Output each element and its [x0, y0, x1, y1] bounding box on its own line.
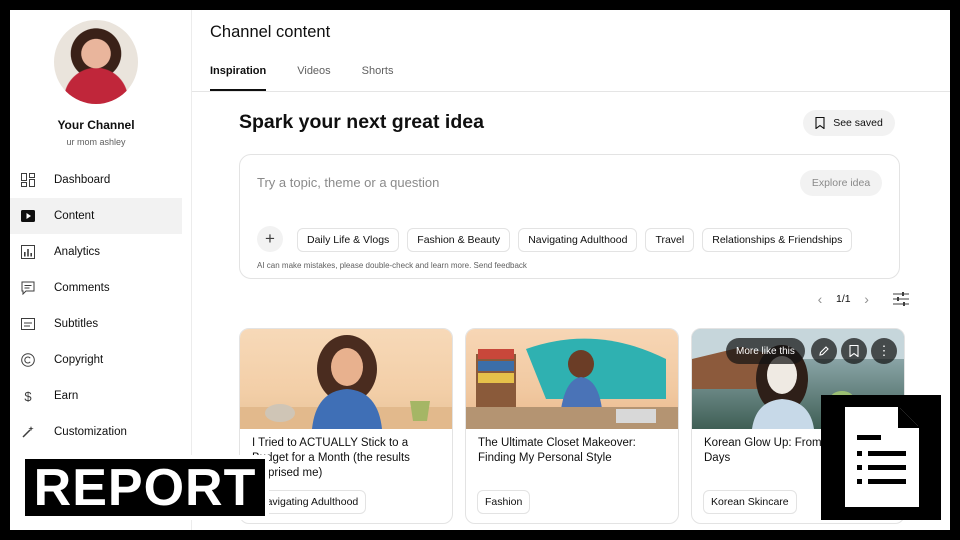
idea-prompt-box: Try a topic, theme or a question Explore…: [239, 154, 900, 279]
analytics-icon: [20, 244, 36, 260]
sidebar-item-label: Customization: [54, 426, 127, 438]
sidebar-item-label: Earn: [54, 390, 79, 402]
explore-idea-button[interactable]: Explore idea: [800, 170, 882, 196]
dollar-icon: $: [24, 388, 32, 404]
sidebar-item-label: Dashboard: [54, 174, 111, 186]
card-topic-tag[interactable]: Korean Skincare: [703, 490, 797, 514]
idea-cards: I Tried to ACTUALLY Stick to a Budget fo…: [239, 328, 917, 524]
app-frame: Your Channel ur mom ashley Dashboard Con…: [10, 10, 950, 530]
channel-handle: ur mom ashley: [66, 137, 126, 147]
topic-chip[interactable]: Navigating Adulthood: [518, 228, 638, 252]
topic-chips: Daily Life & Vlogs Fashion & Beauty Navi…: [297, 228, 860, 252]
tab-divider: [192, 91, 950, 92]
content-tabs: Inspiration Videos Shorts: [210, 65, 424, 91]
sidebar-item-label: Analytics: [54, 246, 101, 258]
sidebar-item-comments[interactable]: Comments: [10, 270, 182, 306]
idea-input[interactable]: Try a topic, theme or a question: [257, 175, 439, 190]
sidebar: Your Channel ur mom ashley Dashboard Con…: [10, 10, 192, 530]
filter-settings-icon[interactable]: [892, 292, 909, 306]
tab-shorts[interactable]: Shorts: [362, 65, 394, 91]
pagination: ‹ 1/1 ›: [812, 291, 909, 307]
topic-chip[interactable]: Fashion & Beauty: [407, 228, 511, 252]
sidebar-item-analytics[interactable]: Analytics: [10, 234, 182, 270]
inspiration-heading: Spark your next great idea: [239, 111, 484, 133]
page-indicator: 1/1: [836, 293, 851, 305]
see-saved-button[interactable]: See saved: [803, 110, 895, 136]
channel-name: Your Channel: [57, 118, 135, 132]
topic-chip[interactable]: Relationships & Friendships: [702, 228, 853, 252]
edit-icon[interactable]: [811, 338, 837, 364]
sidebar-item-label: Content: [54, 210, 95, 222]
sidebar-item-subtitles[interactable]: Subtitles: [10, 306, 182, 342]
tab-videos[interactable]: Videos: [297, 65, 330, 91]
channel-avatar[interactable]: [54, 20, 138, 104]
tab-inspiration[interactable]: Inspiration: [210, 65, 267, 91]
page-title: Channel content: [210, 23, 331, 41]
sidebar-item-customization[interactable]: Customization: [10, 414, 182, 450]
see-saved-label: See saved: [833, 117, 883, 129]
bookmark-icon: [815, 117, 825, 129]
more-like-this-button[interactable]: More like this: [726, 338, 805, 364]
chevron-left-icon[interactable]: ‹: [812, 291, 828, 307]
document-icon: [821, 395, 941, 520]
sidebar-item-copyright[interactable]: Copyright: [10, 342, 182, 378]
card-title: The Ultimate Closet Makeover: Finding My…: [478, 437, 636, 464]
card-thumbnail: [466, 329, 678, 429]
comments-icon: [20, 280, 36, 296]
idea-card[interactable]: I Tried to ACTUALLY Stick to a Budget fo…: [239, 328, 453, 524]
dashboard-icon: [20, 172, 36, 188]
sidebar-item-content[interactable]: Content: [10, 198, 182, 234]
bookmark-icon[interactable]: [841, 338, 867, 364]
add-topic-button[interactable]: +: [257, 226, 283, 252]
ai-disclaimer: AI can make mistakes, please double-chec…: [257, 261, 527, 270]
wand-icon: [20, 424, 36, 440]
sidebar-item-dashboard[interactable]: Dashboard: [10, 162, 182, 198]
sidebar-item-label: Comments: [54, 282, 110, 294]
chevron-right-icon[interactable]: ›: [859, 291, 875, 307]
card-topic-tag[interactable]: Fashion: [477, 490, 531, 514]
report-badge: REPORT: [21, 455, 269, 520]
plus-icon: +: [265, 229, 275, 248]
card-thumbnail: [240, 329, 452, 429]
card-title: I Tried to ACTUALLY Stick to a Budget fo…: [252, 437, 410, 479]
subtitles-icon: [20, 316, 36, 332]
topic-chip[interactable]: Daily Life & Vlogs: [297, 228, 400, 252]
copyright-icon: [20, 352, 36, 368]
idea-card[interactable]: The Ultimate Closet Makeover: Finding My…: [465, 328, 679, 524]
topic-chip[interactable]: Travel: [645, 228, 695, 252]
more-options-icon[interactable]: ⋮: [871, 338, 897, 364]
sidebar-item-label: Copyright: [54, 354, 104, 366]
sidebar-item-label: Subtitles: [54, 318, 99, 330]
sidebar-nav: Dashboard Content Analytics Comments Sub…: [10, 162, 182, 450]
sidebar-item-earn[interactable]: $ Earn: [10, 378, 182, 414]
content-icon: [20, 208, 36, 224]
